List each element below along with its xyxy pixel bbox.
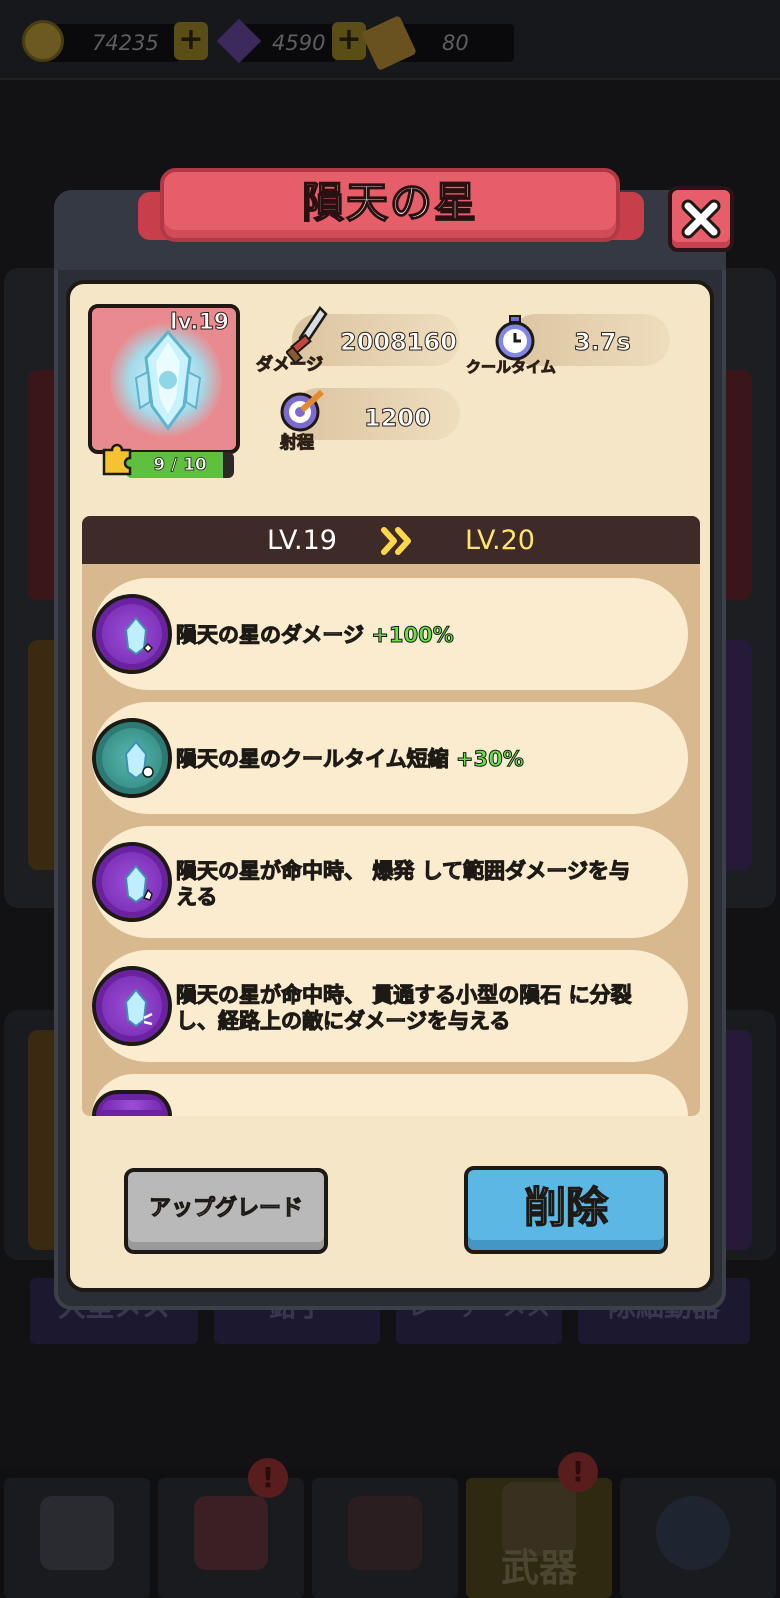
perk-highlight: 爆発 xyxy=(372,859,415,884)
perk-text: 隕天の星が命中時、 xyxy=(175,859,373,884)
damage-value: 2008160 xyxy=(340,328,458,357)
nav-shop[interactable] xyxy=(4,1478,150,1598)
cooldown-value: 3.7s xyxy=(574,328,632,357)
nav-patient-alert-badge: ! xyxy=(248,1458,288,1498)
puzzle-piece-icon xyxy=(102,443,132,476)
perk-badge xyxy=(92,966,172,1046)
perk-row-partial xyxy=(92,1074,688,1116)
nav-patient[interactable] xyxy=(158,1478,304,1598)
coin-icon xyxy=(22,20,64,62)
crystal-damage-icon xyxy=(124,616,154,656)
emblem-icon xyxy=(656,1496,730,1570)
perk-badge-partial xyxy=(92,1090,172,1116)
next-level: LV.20 xyxy=(464,525,535,556)
perk-highlight: +30% xyxy=(455,747,524,772)
perk-highlight: +100% xyxy=(371,623,454,648)
perk-description: 隕天の星のダメージ +100% xyxy=(175,622,646,648)
target-icon xyxy=(280,389,325,432)
nav-battle[interactable] xyxy=(312,1478,458,1598)
nav-weapons-label: 武器 xyxy=(500,1546,577,1590)
perk-badge xyxy=(92,594,172,674)
gem-value: 4590 xyxy=(272,31,326,55)
meteor-crystal-icon xyxy=(134,329,202,431)
add-gems-button[interactable]: + xyxy=(332,22,366,60)
crystal-split-icon xyxy=(124,988,153,1028)
coin-value: 74235 xyxy=(92,31,159,55)
shop-icon xyxy=(40,1496,114,1570)
range-label: 射程 xyxy=(280,433,315,454)
modal-title: 隕天の星 xyxy=(301,177,478,228)
weapon-level: lv.19 xyxy=(170,310,230,336)
cooldown-label: クールタイム xyxy=(466,358,557,377)
nav-weapons[interactable]: 武器 xyxy=(466,1478,612,1598)
ticket-value: 80 xyxy=(442,31,469,55)
double-chevron-right-icon xyxy=(381,527,411,555)
perk-description: 隕天の星が命中時、 爆発 して範囲ダメージを与える xyxy=(175,858,646,910)
upgrade-button[interactable]: アップグレード xyxy=(124,1168,328,1254)
range-value: 1200 xyxy=(364,404,432,433)
close-button[interactable] xyxy=(668,186,734,252)
perk-text: 隕天の星のクールタイム短縮 xyxy=(176,747,456,772)
nav-weapons-alert-badge: ! xyxy=(558,1452,598,1492)
perk-highlight: 貫通する小型の隕石 xyxy=(372,983,562,1008)
damage-label: ダメージ xyxy=(255,355,324,376)
close-icon xyxy=(681,199,721,239)
crystal-cooldown-icon xyxy=(124,740,154,780)
perk-description: 隕天の星のクールタイム短縮 +30% xyxy=(176,746,646,772)
perk-description: 隕天の星が命中時、 貫通する小型の隕石 に分裂し、経路上の敵にダメージを与える xyxy=(175,982,646,1034)
perk-badge xyxy=(92,718,172,798)
stopwatch-icon xyxy=(495,315,535,361)
crossed-syringes-icon xyxy=(348,1496,422,1570)
add-coins-button[interactable]: + xyxy=(174,22,208,60)
shard-count: 9 / 10 xyxy=(153,455,207,476)
perk-text: 隕天の星が命中時、 xyxy=(175,983,373,1008)
crystal-explode-icon xyxy=(124,864,153,904)
perk-badge xyxy=(92,842,172,922)
delete-button[interactable]: 削除 xyxy=(464,1166,668,1254)
perk-text: 隕天の星のダメージ xyxy=(175,623,372,648)
nurse-icon xyxy=(194,1496,268,1570)
nav-rank[interactable] xyxy=(620,1478,776,1598)
current-level: LV.19 xyxy=(266,525,337,556)
